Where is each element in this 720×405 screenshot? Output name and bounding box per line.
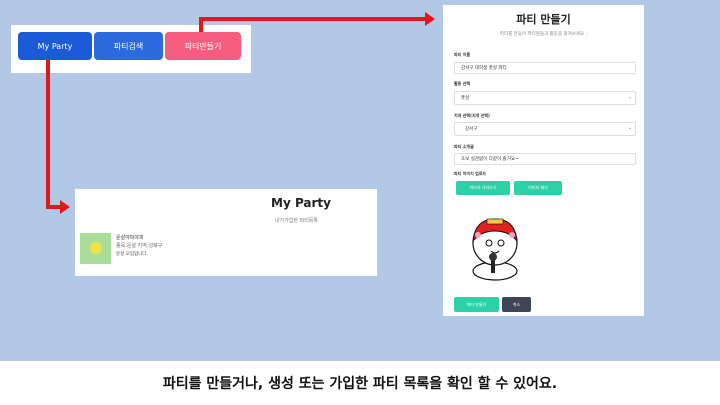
chick-icon [90,242,102,254]
submit-create-party-button[interactable]: 파티 만들기 [454,297,499,312]
create-party-page: 파티 만들기 파티를 만들어 파티원들과 활동을 즐겨보세요 : 파티 이름 강… [443,5,644,316]
arrowhead-right-icon [60,200,70,214]
intro-input[interactable]: 초보 실관없이 다같이 즐거요~ [454,153,636,165]
chevron-down-icon: ⌄ [627,125,632,131]
page-title: My Party [271,196,331,210]
my-party-page: My Party 내가가입한 파티목록 운살야피야피 종목:운살 지역:성북구 … [75,189,377,276]
intro-label: 파티 소개글 [454,144,474,149]
page-subtitle: 파티를 만들어 파티원들과 활동을 즐겨보세요 : [499,32,588,37]
party-name-input[interactable]: 강서구 대학생 풋살 파티 [454,62,636,74]
region-label: 지역 선택(지역 선택) [454,113,490,118]
activity-select[interactable]: 풋살 ⌄ [454,91,636,105]
party-name-label: 파티 이름 [454,52,471,57]
upload-image-button[interactable]: 이미지 가져오기 [456,181,510,195]
party-description: 운살 모임입니다. [116,252,148,257]
party-search-button[interactable]: 파티검색 [94,32,163,60]
arrow-to-my-party [46,60,50,208]
activity-label: 활동 선택 [454,81,471,86]
region-select[interactable]: 강서구 ⌄ [454,122,636,136]
arrow-to-create-horizontal [199,17,427,21]
remove-image-button[interactable]: 이미지 제거 [514,181,562,195]
create-party-button[interactable]: 파티만들기 [165,32,241,60]
slide-caption: 파티를 만들거나, 생성 또는 가입한 파티 목록을 확인 할 수 있어요. [0,361,720,405]
party-image-preview [472,218,518,281]
party-name[interactable]: 운살야피야피 [116,234,144,241]
my-party-button[interactable]: My Party [18,32,92,60]
party-thumbnail[interactable] [80,233,111,264]
image-upload-label: 파티 이미지 업로드 [454,171,487,176]
arrowhead-right-icon [425,12,435,26]
page-subtitle: 내가가입한 파티목록 [275,218,318,224]
chevron-down-icon: ⌄ [627,94,632,100]
activity-select-value: 풋살 [461,96,470,101]
cancel-button[interactable]: 취소 [502,297,531,312]
party-meta: 종목:운살 지역:성북구 [116,243,163,249]
region-select-value: 강서구 [465,127,478,132]
page-title: 파티 만들기 [516,13,571,26]
